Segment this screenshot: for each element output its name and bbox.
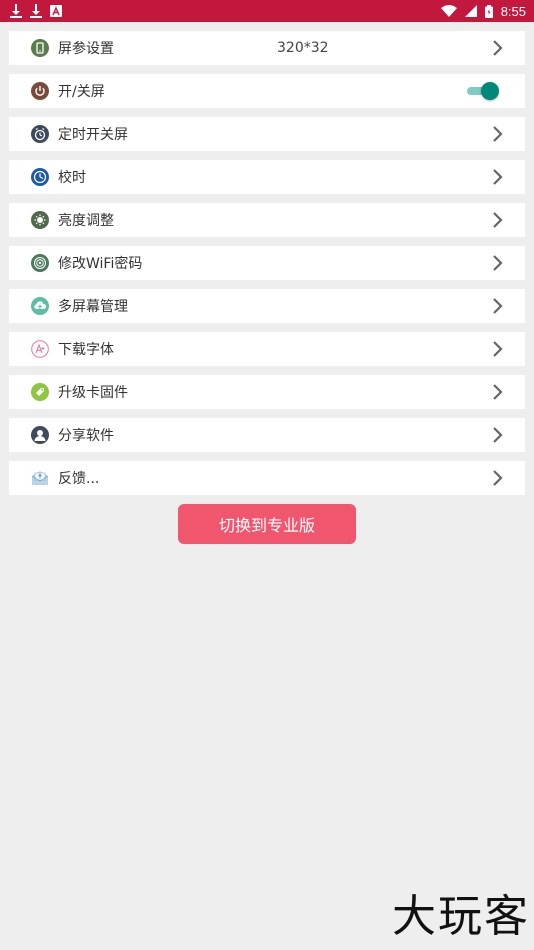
screen-size-value: 320*32 [277,40,329,56]
status-left-icons [10,4,62,18]
wifi-icon [440,5,457,17]
menu-item-screen-power[interactable]: 开/关屏 [9,74,525,108]
tag-icon [31,383,49,401]
download-icon [10,4,22,18]
status-bar: 8:55 [0,0,534,22]
chevron-right-icon [493,470,503,486]
battery-icon [484,4,493,18]
chevron-right-icon [493,40,503,56]
menu-item-brightness[interactable]: 亮度调整 [9,203,525,237]
menu-item-label: 屏参设置 [58,41,114,57]
chevron-right-icon [493,126,503,142]
app-notification-icon [50,5,62,17]
signal-icon [464,5,477,17]
menu-item-feedback[interactable]: 反馈... [9,461,525,495]
menu-item-label: 升级卡固件 [58,385,128,401]
status-time: 8:55 [500,3,526,19]
menu-item-timer[interactable]: 定时开关屏 [9,117,525,151]
chevron-right-icon [493,427,503,443]
wifi-password-icon [31,254,49,272]
chevron-right-icon [493,298,503,314]
menu-item-share-app[interactable]: 分享软件 [9,418,525,452]
chevron-right-icon [493,341,503,357]
menu-item-label: 开/关屏 [58,84,105,100]
toggle-thumb [481,82,499,100]
status-right-icons: 8:55 [440,3,526,19]
cloud-upload-icon [31,297,49,315]
menu-item-screen-params[interactable]: 屏参设置 320*32 [9,31,525,65]
menu-item-multi-screen[interactable]: 多屏幕管理 [9,289,525,323]
clock-icon [31,168,49,186]
menu-item-firmware-upgrade[interactable]: 升级卡固件 [9,375,525,409]
switch-to-pro-button[interactable]: 切换到专业版 [178,504,356,544]
power-icon [31,82,49,100]
menu-item-label: 定时开关屏 [58,127,128,143]
chevron-right-icon [493,212,503,228]
timer-icon [31,125,49,143]
menu-item-label: 反馈... [58,471,100,487]
menu-item-wifi-password[interactable]: 修改WiFi密码 [9,246,525,280]
chevron-right-icon [493,255,503,271]
mail-icon [31,469,49,487]
brightness-icon [31,211,49,229]
menu-item-label: 分享软件 [58,428,114,444]
menu-item-label: 亮度调整 [58,213,114,229]
settings-menu: 屏参设置 320*32 开/关屏 定时开关屏 校时 亮度调整 修改WiFi密码 … [9,31,525,504]
chevron-right-icon [493,169,503,185]
menu-item-download-font[interactable]: 下载字体 [9,332,525,366]
screen-power-toggle[interactable] [465,82,499,100]
menu-item-label: 修改WiFi密码 [58,256,143,272]
chevron-right-icon [493,384,503,400]
download-icon [30,4,42,18]
phone-icon [31,39,49,57]
menu-item-label: 多屏幕管理 [58,299,128,315]
font-icon [31,340,49,358]
menu-item-label: 下载字体 [58,342,114,358]
menu-item-label: 校时 [58,170,86,186]
menu-item-time-sync[interactable]: 校时 [9,160,525,194]
watermark-logo: 大玩客 [392,891,530,942]
user-icon [31,426,49,444]
